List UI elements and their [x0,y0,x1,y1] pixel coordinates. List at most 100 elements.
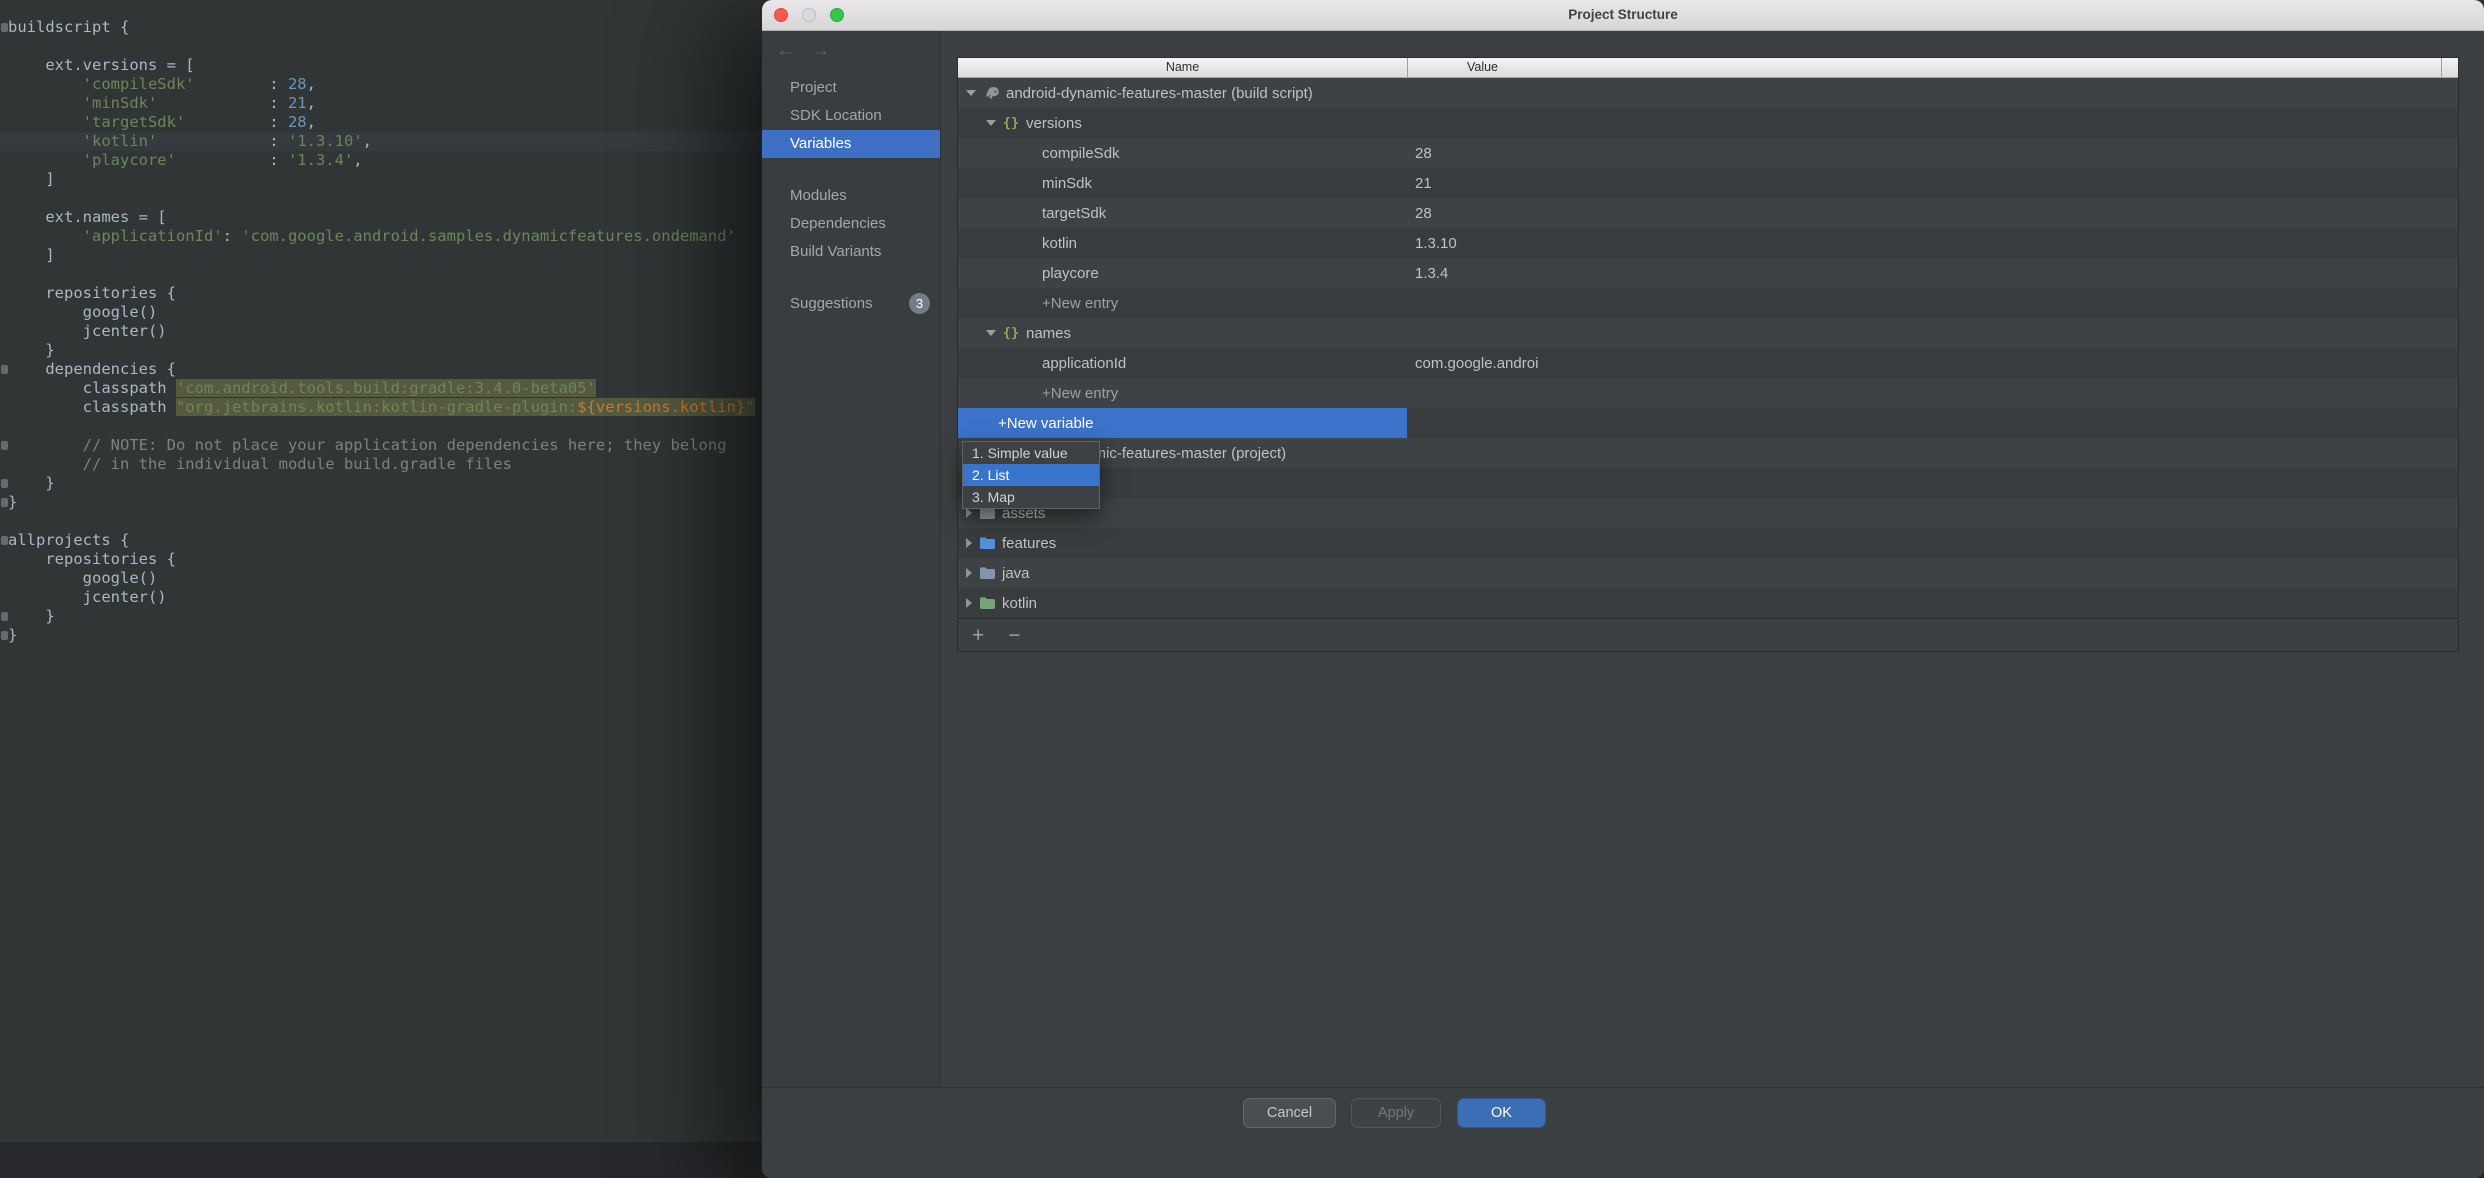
minimize-button[interactable] [802,8,816,22]
screen: buildscript { ext.versions = [ 'compileS… [0,0,2484,1178]
sidebar-item-dependencies[interactable]: Dependencies [762,210,940,238]
column-header-name: Name [1165,60,1200,74]
code-line: // NOTE: Do not place your application d… [0,436,762,455]
fold-marker-icon[interactable] [1,536,8,545]
sidebar: ← → Project SDK Location Variables Modules D… [762,31,941,1088]
table-row[interactable]: {} names [958,318,2458,348]
fold-marker-icon[interactable] [1,498,8,507]
row-name-cell: {} names [958,318,1407,348]
code-line: 'targetSdk' : 28, [82,113,316,131]
sidebar-item-variables[interactable]: Variables [762,130,940,158]
row-name-cell: +New variable [958,408,1407,438]
apply-button[interactable]: Apply [1351,1098,1441,1128]
table-row[interactable]: features [958,528,2458,558]
row-name-cell: minSdk [958,168,1407,198]
row-name-cell: compileSdk [958,138,1407,168]
row-label: kotlin [1002,594,1038,612]
cancel-button[interactable]: Cancel [1243,1098,1336,1128]
disclosure-collapsed-icon[interactable] [966,598,972,608]
code-line: 'minSdk' : 21, [82,94,316,112]
column-header-value: Value [1407,58,1557,77]
row-name-cell: +New entry [958,288,1407,318]
table-row[interactable]: kotlin [958,588,2458,618]
table-row[interactable]: compileSdk 28 [958,138,2458,168]
code-line: 'kotlin' : '1.3.10', [0,132,762,151]
fold-marker-icon[interactable] [1,23,8,32]
disclosure-collapsed-icon[interactable] [966,508,972,518]
table-row[interactable]: minSdk 21 [958,168,2458,198]
row-name-cell: {} versions [958,108,1407,138]
forward-arrow-icon[interactable]: → [811,41,830,61]
sidebar-item-modules[interactable]: Modules [762,182,940,210]
back-arrow-icon[interactable]: ← [776,41,795,61]
table-row[interactable]: kotlin 1.3.10 [958,228,2458,258]
table-row[interactable]: targetSdk 28 [958,198,2458,228]
fold-marker-icon[interactable] [1,612,8,621]
close-button[interactable] [774,8,788,22]
remove-button[interactable]: − [1008,625,1020,646]
sidebar-item-label: SDK Location [790,107,882,124]
fold-marker-icon[interactable] [1,631,8,640]
folder-features-icon [978,536,996,550]
sidebar-item-suggestions[interactable]: Suggestions 3 [762,290,940,318]
disclosure-collapsed-icon[interactable] [966,568,972,578]
sidebar-item-project[interactable]: Project [762,74,940,102]
sidebar-item-build-variants[interactable]: Build Variants [762,238,940,266]
row-name-cell: android-dynamic-features-master (build s… [958,78,1407,108]
row-value-cell: 28 [1415,204,1432,222]
zoom-button[interactable] [830,8,844,22]
popup-item[interactable]: 3. Map [963,486,1099,508]
row-name-cell: java [958,558,1407,588]
fold-marker-icon[interactable] [1,365,8,374]
fold-marker-icon[interactable] [1,441,8,450]
row-name-cell: kotlin [958,588,1407,618]
popup-item[interactable]: 2. List [963,464,1099,486]
row-value-cell: 1.3.4 [1415,264,1449,282]
disclosure-expanded-icon[interactable] [986,330,996,336]
table-row[interactable]: assets [958,498,2458,528]
braces-icon: {} [1002,325,1020,341]
table-row[interactable]: java [958,558,2458,588]
row-name-cell: playcore [958,258,1407,288]
table-row[interactable]: +New entry [958,288,2458,318]
table-row[interactable]: android-dynamic-features-master (build s… [958,78,2458,108]
table-row[interactable]: +New variable [958,408,2458,438]
row-label: playcore [1042,264,1099,282]
dialog-titlebar: Project Structure [762,0,2484,31]
disclosure-expanded-icon[interactable] [966,90,976,96]
gradle-icon [982,86,1000,100]
table-row[interactable]: {} versions [958,108,2458,138]
table-row[interactable]: android-dynamic-features-master (project… [958,438,2458,468]
row-label: compileSdk [1042,144,1120,162]
table-toolbar: + − [958,618,2458,651]
code-line: ext.names = [ [8,208,167,226]
popup-item[interactable]: 1. Simple value [963,442,1099,464]
code-line: dependencies { [0,360,762,379]
add-button[interactable]: + [972,625,984,646]
table-row[interactable]: +New entry [958,378,2458,408]
row-label: applicationId [1042,354,1127,372]
row-label: android-dynamic-features-master (build s… [1006,84,1313,102]
dialog-footer: Cancel Apply OK [762,1087,2484,1178]
code-line: classpath 'com.android.tools.build:gradl… [8,379,596,397]
code-line: // in the individual module build.gradle… [8,455,512,473]
disclosure-collapsed-icon[interactable] [966,538,972,548]
table-header: Name Value [958,58,2458,78]
row-label: versions [1026,114,1082,132]
table-row[interactable]: applicationId com.google.androi [958,348,2458,378]
table-row[interactable]: playcore 1.3.4 [958,258,2458,288]
sidebar-item-sdk-location[interactable]: SDK Location [762,102,940,130]
new-variable-type-popup: 1. Simple value 2. List 3. Map [962,441,1100,509]
row-name-cell: targetSdk [958,198,1407,228]
ok-button[interactable]: OK [1457,1098,1546,1128]
project-structure-dialog: Project Structure ← → Project SDK Locatio… [762,0,2484,1178]
gradle-build-script-editor[interactable]: buildscript { ext.versions = [ 'compileS… [0,0,762,1178]
row-name-cell: +New entry [958,378,1407,408]
sidebar-item-label: Variables [790,135,852,152]
fold-marker-icon[interactable] [1,479,8,488]
table-row [958,468,2458,498]
code-line: 'compileSdk' : 28, [82,75,316,93]
disclosure-expanded-icon[interactable] [986,120,996,126]
braces-icon: {} [1002,115,1020,131]
